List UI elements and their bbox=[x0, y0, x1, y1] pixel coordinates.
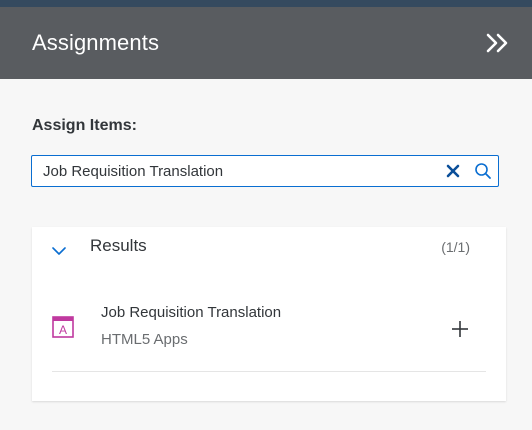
svg-text:A: A bbox=[59, 323, 67, 337]
panel-title: Assignments bbox=[32, 30, 160, 55]
results-count: (1/1) bbox=[441, 239, 470, 255]
close-icon bbox=[446, 164, 460, 178]
search-input[interactable] bbox=[32, 157, 438, 185]
chevron-down-icon bbox=[52, 247, 66, 255]
double-chevron-right-icon bbox=[486, 33, 508, 53]
search-icon bbox=[475, 163, 491, 179]
assignments-panel: Assignments Assign Items: Job Requisitio… bbox=[0, 0, 532, 430]
list-item[interactable]: A Job Requisition Translation HTML5 Apps bbox=[52, 291, 486, 372]
search-button[interactable] bbox=[468, 156, 498, 186]
results-toggle[interactable]: Results (1/1) bbox=[32, 227, 506, 271]
panel-header: Assignments bbox=[0, 7, 532, 79]
item-subtitle: HTML5 Apps bbox=[101, 331, 188, 348]
html5-app-icon: A bbox=[52, 316, 74, 338]
assign-items-label: Assign Items: bbox=[32, 117, 137, 134]
add-item-button[interactable] bbox=[448, 317, 472, 341]
clear-search-button[interactable] bbox=[438, 156, 468, 186]
collapse-panel-button[interactable] bbox=[484, 29, 512, 57]
plus-icon bbox=[452, 321, 468, 337]
top-border bbox=[0, 0, 532, 7]
results-title: Results bbox=[90, 236, 147, 255]
search-field[interactable] bbox=[31, 155, 499, 187]
results-panel: Results (1/1) A Job Requisition Translat… bbox=[32, 227, 506, 401]
item-title: Job Requisition Translation bbox=[101, 304, 282, 321]
